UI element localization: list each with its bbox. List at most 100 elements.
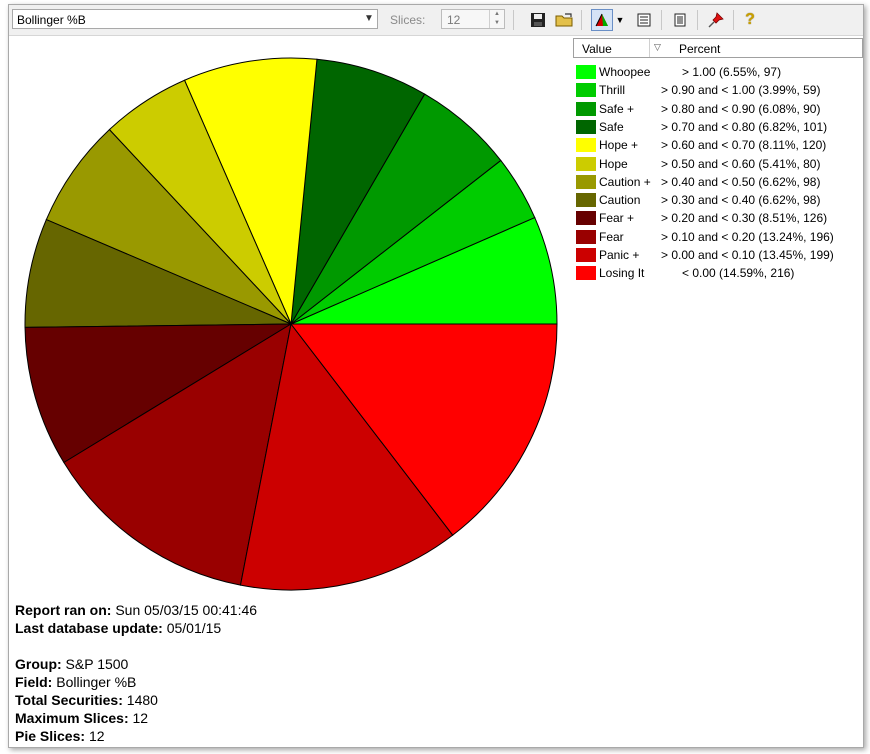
legend-item-range: > 0.10 and < 0.20 (13.24%, 196): [661, 229, 834, 244]
legend-item-range: > 0.60 and < 0.70 (8.11%, 120): [661, 138, 827, 153]
legend-item-range: > 1.00 (6.55%, 97): [682, 65, 782, 79]
legend-item-range: < 0.00 (14.59%, 216): [682, 266, 795, 281]
legend-header[interactable]: Value ▽ Percent: [573, 38, 863, 58]
report-ran-on-label: Report ran on:: [15, 602, 112, 618]
report-group: Group: S&P 1500: [15, 655, 128, 673]
legend-swatch: [576, 193, 596, 208]
report-db-update: Last database update: 05/01/15: [15, 619, 221, 637]
toolbar-separator: [697, 10, 698, 30]
slices-label: Slices:: [390, 13, 426, 27]
help-icon[interactable]: ?: [739, 9, 761, 31]
legend-item-range: > 0.50 and < 0.60 (5.41%, 80): [661, 156, 821, 171]
legend: Value ▽ Percent Whoopee > 1.00 (6.55%, 97…: [573, 38, 863, 284]
report-group-label: Group:: [15, 656, 62, 672]
sort-icon[interactable]: ▽: [654, 42, 661, 53]
report-db-update-label: Last database update:: [15, 620, 163, 636]
report-max-slices: Maximum Slices: 12: [15, 709, 148, 727]
legend-item-name: Caution: [599, 193, 641, 208]
legend-item-range: > 0.00 and < 0.10 (13.45%, 199): [661, 248, 834, 262]
legend-swatch: [576, 83, 596, 98]
spin-up-icon[interactable]: ▲: [490, 10, 504, 19]
legend-swatch: [576, 138, 596, 153]
toolbar: Bollinger %B ▼ Slices: 12 ▲ ▼ ▼ ?: [9, 5, 863, 36]
pie-chart-svg: [24, 57, 558, 591]
legend-item-range: > 0.20 and < 0.30 (8.51%, 126): [661, 211, 828, 226]
report-ran-on: Report ran on: Sun 05/03/15 00:41:46: [15, 601, 257, 619]
legend-item-range: > 0.40 and < 0.50 (6.62%, 98): [661, 174, 821, 189]
open-folder-icon[interactable]: [553, 9, 575, 31]
legend-item-name: Thrill: [599, 83, 625, 98]
report-pie-slices-label: Pie Slices:: [15, 728, 86, 744]
legend-item[interactable]: Caution > 0.30 and < 0.40 (6.62%, 98): [573, 192, 863, 210]
legend-item-name: Caution +: [599, 174, 651, 189]
dropdown-arrow-icon[interactable]: ▼: [613, 9, 627, 31]
legend-item[interactable]: Panic + > 0.00 and < 0.10 (13.45%, 199): [573, 247, 863, 265]
legend-swatch: [576, 266, 596, 281]
legend-item[interactable]: Thrill > 0.90 and < 1.00 (3.99%, 59): [573, 82, 863, 100]
report-max-slices-label: Maximum Slices:: [15, 710, 129, 726]
report-db-update-value: 05/01/15: [166, 620, 222, 636]
legend-item-name: Losing It: [599, 266, 645, 281]
report-max-slices-value: 12: [132, 710, 149, 726]
report-pie-slices: Pie Slices: 12: [15, 727, 105, 745]
legend-item-name: Fear: [599, 229, 624, 244]
legend-item-range: > 0.70 and < 0.80 (6.82%, 101): [661, 119, 828, 134]
slices-stepper[interactable]: 12 ▲ ▼: [441, 9, 505, 29]
field-select[interactable]: Bollinger %B ▼: [12, 9, 378, 29]
save-icon[interactable]: [527, 9, 549, 31]
legend-item-name: Fear +: [599, 211, 635, 226]
field-select-value: Bollinger %B: [17, 13, 86, 27]
report-field: Field: Bollinger %B: [15, 673, 136, 691]
legend-swatch: [576, 229, 596, 244]
legend-item-name: Hope: [599, 156, 628, 171]
pie-chart: [9, 36, 569, 596]
toolbar-separator: [661, 10, 662, 30]
legend-item[interactable]: Safe > 0.70 and < 0.80 (6.82%, 101): [573, 119, 863, 137]
legend-item-name: Safe +: [599, 101, 635, 116]
legend-item[interactable]: Fear + > 0.20 and < 0.30 (8.51%, 126): [573, 210, 863, 228]
slices-value: 12: [447, 13, 461, 27]
list-view-icon[interactable]: [633, 9, 655, 31]
report-field-label: Field:: [15, 674, 53, 690]
legend-swatch: [576, 65, 596, 79]
pie-chart-icon[interactable]: [591, 9, 613, 31]
legend-item[interactable]: Hope + > 0.60 and < 0.70 (8.11%, 120): [573, 137, 863, 155]
toolbar-separator: [513, 10, 514, 30]
legend-item-name: Hope +: [599, 138, 639, 153]
legend-header-divider: [649, 39, 650, 57]
legend-swatch: [576, 211, 596, 226]
legend-swatch: [576, 174, 596, 189]
report-pie-slices-value: 12: [88, 728, 105, 744]
spin-buttons[interactable]: ▲ ▼: [489, 10, 504, 28]
legend-item-name: Whoopee: [599, 65, 651, 79]
report-total-value: 1480: [126, 692, 158, 708]
legend-header-percent[interactable]: Percent: [679, 42, 720, 56]
legend-item[interactable]: Whoopee > 1.00 (6.55%, 97): [573, 64, 863, 82]
report-total-label: Total Securities:: [15, 692, 123, 708]
legend-swatch: [576, 119, 596, 134]
report-view-icon[interactable]: [669, 9, 691, 31]
pin-icon[interactable]: [705, 9, 727, 31]
legend-item[interactable]: Hope > 0.50 and < 0.60 (5.41%, 80): [573, 156, 863, 174]
legend-item[interactable]: Losing It < 0.00 (14.59%, 216): [573, 265, 863, 283]
toolbar-separator: [581, 10, 582, 30]
legend-item[interactable]: Fear > 0.10 and < 0.20 (13.24%, 196): [573, 229, 863, 247]
report-field-value: Bollinger %B: [56, 674, 137, 690]
legend-item[interactable]: Caution + > 0.40 and < 0.50 (6.62%, 98): [573, 174, 863, 192]
spin-down-icon[interactable]: ▼: [490, 19, 504, 28]
chevron-down-icon[interactable]: ▼: [361, 10, 377, 28]
legend-item-range: > 0.90 and < 1.00 (3.99%, 59): [661, 83, 821, 98]
legend-item-name: Panic +: [599, 248, 640, 262]
report-total-securities: Total Securities: 1480: [15, 691, 158, 709]
legend-swatch: [576, 101, 596, 116]
legend-item[interactable]: Safe + > 0.80 and < 0.90 (6.08%, 90): [573, 101, 863, 119]
legend-header-value[interactable]: Value: [582, 42, 612, 56]
legend-item-range: > 0.30 and < 0.40 (6.62%, 98): [661, 193, 821, 208]
report-ran-on-value: Sun 05/03/15 00:41:46: [115, 602, 258, 618]
report-group-value: S&P 1500: [65, 656, 129, 672]
legend-swatch: [576, 156, 596, 171]
legend-swatch: [576, 248, 596, 262]
legend-item-range: > 0.80 and < 0.90 (6.08%, 90): [661, 101, 821, 116]
legend-item-name: Safe: [599, 119, 624, 134]
pie-chart-window: Bollinger %B ▼ Slices: 12 ▲ ▼ ▼ ? Value …: [8, 4, 864, 748]
